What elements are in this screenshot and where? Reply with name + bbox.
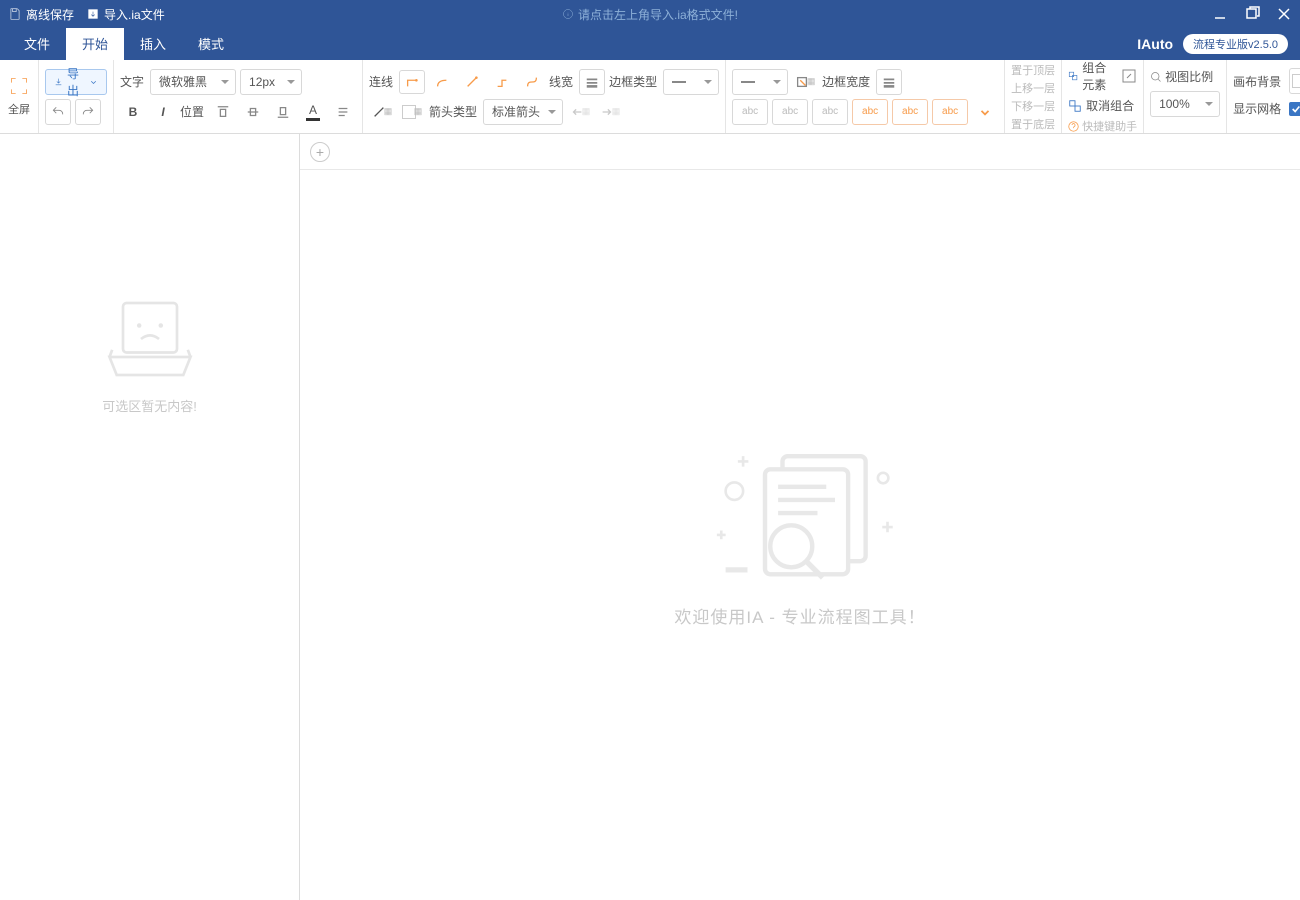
font-size-select[interactable]: 12px bbox=[240, 69, 302, 95]
undo-button[interactable] bbox=[45, 99, 71, 125]
position-label: 位置 bbox=[180, 103, 204, 120]
show-grid-label: 显示网格 bbox=[1233, 100, 1281, 117]
fullscreen-button[interactable] bbox=[6, 76, 32, 99]
align-text-button[interactable] bbox=[330, 99, 356, 125]
text-box-3[interactable]: abc bbox=[812, 99, 848, 125]
import-file-label: 导入.ia文件 bbox=[104, 6, 165, 23]
brand-label: IAuto bbox=[1137, 36, 1173, 52]
canvas-area[interactable]: 欢迎使用IA - 专业流程图工具！ bbox=[300, 170, 1300, 900]
menu-mode[interactable]: 模式 bbox=[182, 27, 240, 60]
canvas-wrap: + 欢迎使用IA - 专业流程图工具！ bbox=[300, 134, 1300, 900]
font-color-button[interactable]: A bbox=[300, 99, 326, 125]
align-top-button[interactable] bbox=[210, 99, 236, 125]
move-up-layer[interactable]: 上移一层 bbox=[1011, 80, 1055, 96]
arrow-type-label: 箭头类型 bbox=[429, 103, 477, 120]
text-box-6[interactable]: abc bbox=[932, 99, 968, 125]
bring-to-front[interactable]: 置于顶层 bbox=[1011, 62, 1055, 78]
italic-button[interactable]: I bbox=[150, 99, 176, 125]
connector-step-button[interactable] bbox=[489, 70, 515, 94]
sidepanel-empty-text: 可选区暂无内容! bbox=[102, 396, 197, 415]
menu-start[interactable]: 开始 bbox=[66, 27, 124, 60]
info-icon bbox=[562, 8, 574, 20]
connector-diag-button[interactable] bbox=[459, 70, 485, 94]
expand-icon bbox=[1121, 68, 1137, 84]
shape-more-button[interactable] bbox=[972, 99, 998, 125]
zoom-select[interactable]: 100% bbox=[1150, 91, 1220, 117]
group-elements-button[interactable]: 组合元素 bbox=[1068, 59, 1137, 93]
titlebar: 离线保存 导入.ia文件 请点击左上角导入.ia格式文件! bbox=[0, 0, 1300, 28]
ungroup-elements-button[interactable]: 取消组合 bbox=[1068, 97, 1137, 114]
line-style-select[interactable] bbox=[732, 69, 788, 95]
border-width-button[interactable] bbox=[876, 69, 902, 95]
add-tab-button[interactable]: + bbox=[310, 142, 330, 162]
offline-save-button[interactable]: 离线保存 bbox=[8, 6, 74, 23]
chevron-down-icon bbox=[89, 76, 98, 88]
edit-shape-button[interactable]: ▦ bbox=[792, 69, 818, 95]
text-box-2[interactable]: abc bbox=[772, 99, 808, 125]
arrow-type-select[interactable]: 标准箭头 bbox=[483, 99, 563, 125]
align-middle-button[interactable] bbox=[240, 99, 266, 125]
connector-elbow-button[interactable] bbox=[399, 70, 425, 94]
tab-strip bbox=[300, 134, 1300, 170]
layer-order-group: 置于顶层 上移一层 下移一层 置于底层 bbox=[1011, 62, 1055, 132]
canvas-bg-label: 画布背景 bbox=[1233, 73, 1281, 90]
view-ratio-label: 视图比例 bbox=[1150, 68, 1220, 85]
show-grid-checkbox[interactable] bbox=[1289, 102, 1300, 116]
redo-button[interactable] bbox=[75, 99, 101, 125]
workspace: 可选区暂无内容! + 欢迎使用IA - 专业流程图工具！ bbox=[0, 134, 1300, 900]
border-type-label: 边框类型 bbox=[609, 73, 657, 90]
linewidth-button[interactable] bbox=[579, 69, 605, 95]
fullscreen-label: 全屏 bbox=[8, 101, 30, 117]
welcome-text: 欢迎使用IA - 专业流程图工具！ bbox=[674, 603, 925, 628]
save-icon bbox=[8, 7, 22, 21]
ribbon: 全屏 导出 文字 微软雅黑 12px B I 位置 A bbox=[0, 60, 1300, 134]
side-panel: 可选区暂无内容! bbox=[0, 134, 300, 900]
bold-button[interactable]: B bbox=[120, 99, 146, 125]
menubar: 文件 开始 插入 模式 IAuto 流程专业版v2.5.0 bbox=[0, 28, 1300, 60]
connector-curve2-button[interactable] bbox=[519, 70, 545, 94]
import-file-button[interactable]: 导入.ia文件 bbox=[86, 6, 165, 23]
menu-file[interactable]: 文件 bbox=[8, 27, 66, 60]
font-family-select[interactable]: 微软雅黑 bbox=[150, 69, 236, 95]
question-icon bbox=[1068, 121, 1079, 132]
window-maximize[interactable] bbox=[1244, 6, 1260, 22]
hotkey-helper[interactable]: 快捷键助手 bbox=[1068, 118, 1137, 134]
line-label: 连线 bbox=[369, 73, 393, 90]
download-icon bbox=[54, 76, 63, 88]
version-pill: 流程专业版v2.5.0 bbox=[1183, 34, 1288, 54]
empty-box-icon bbox=[95, 294, 205, 384]
arrow-end-button[interactable]: ▦ bbox=[597, 99, 623, 125]
canvas-bg-button[interactable]: ▦ bbox=[1289, 68, 1300, 94]
window-minimize[interactable] bbox=[1212, 6, 1228, 22]
offline-save-label: 离线保存 bbox=[26, 6, 74, 23]
text-label: 文字 bbox=[120, 73, 144, 90]
line-color-button[interactable]: ▦ bbox=[369, 99, 395, 125]
send-to-back[interactable]: 置于底层 bbox=[1011, 116, 1055, 132]
welcome-doc-icon bbox=[690, 443, 910, 583]
connector-curve1-button[interactable] bbox=[429, 70, 455, 94]
text-box-1[interactable]: abc bbox=[732, 99, 768, 125]
arrow-start-button[interactable]: ▦ bbox=[567, 99, 593, 125]
align-bottom-button[interactable] bbox=[270, 99, 296, 125]
linewidth-label: 线宽 bbox=[549, 73, 573, 90]
border-type-select[interactable] bbox=[663, 69, 719, 95]
move-down-layer[interactable]: 下移一层 bbox=[1011, 98, 1055, 114]
border-width-label: 边框宽度 bbox=[822, 73, 870, 90]
titlebar-hint: 请点击左上角导入.ia格式文件! bbox=[562, 6, 738, 23]
export-button[interactable]: 导出 bbox=[45, 69, 107, 95]
import-icon bbox=[86, 7, 100, 21]
menu-insert[interactable]: 插入 bbox=[124, 27, 182, 60]
line-fill-button[interactable]: ▦ bbox=[399, 99, 425, 125]
window-close[interactable] bbox=[1276, 6, 1292, 22]
text-box-4[interactable]: abc bbox=[852, 99, 888, 125]
text-box-5[interactable]: abc bbox=[892, 99, 928, 125]
search-icon bbox=[1150, 71, 1162, 83]
group-icon bbox=[1068, 69, 1078, 83]
ungroup-icon bbox=[1068, 99, 1082, 113]
